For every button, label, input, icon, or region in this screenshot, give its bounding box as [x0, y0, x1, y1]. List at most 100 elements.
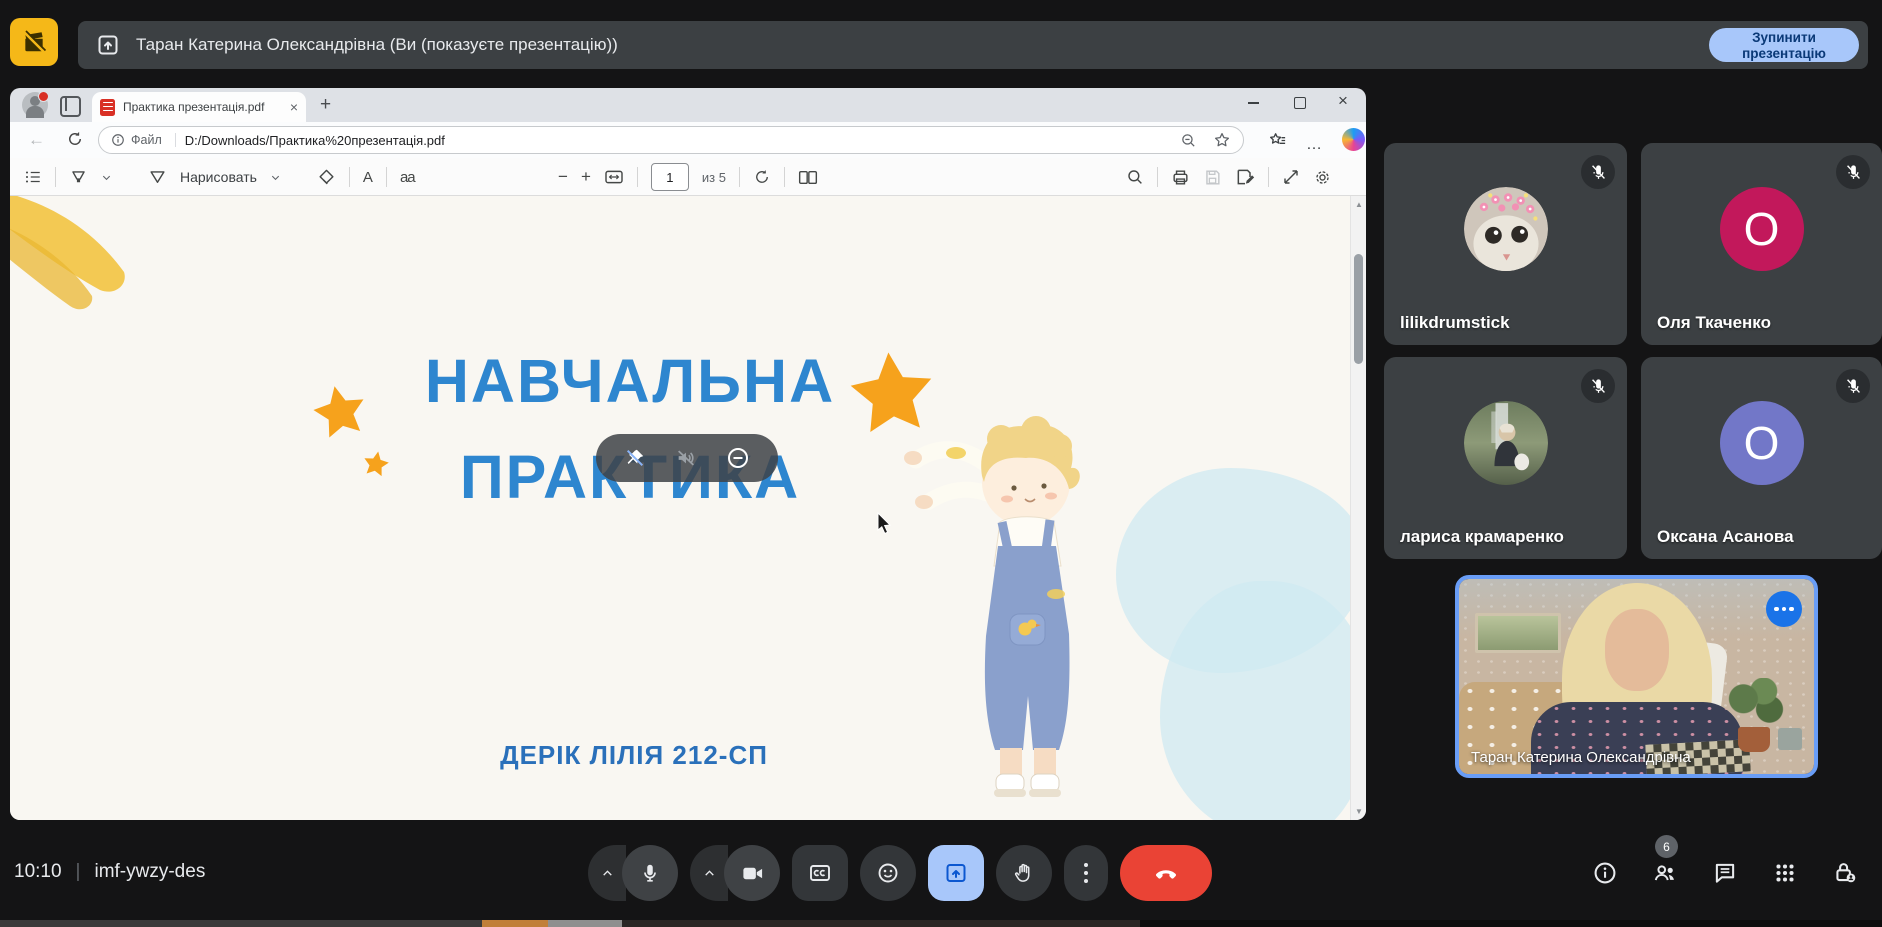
participant-tile-larysa-kramarenko[interactable]: лариса крамаренко — [1384, 357, 1627, 559]
reactions-button[interactable] — [860, 845, 916, 901]
end-call-button[interactable] — [1120, 845, 1212, 901]
participant-tile-olya-tkachenko[interactable]: O Оля Ткаченко — [1641, 143, 1882, 345]
participant-tile-oksana-asanova[interactable]: O Оксана Асанова — [1641, 357, 1882, 559]
meet-presentation-screen: Таран Катерина Олександрівна (Ви (показу… — [0, 0, 1882, 927]
page-info-icon[interactable] — [111, 133, 125, 147]
browser-tab-strip: Практика презентація.pdf × + × — [10, 88, 1366, 122]
address-divider — [175, 133, 176, 147]
scroll-up-icon[interactable]: ▲ — [1351, 200, 1366, 209]
address-bar[interactable]: Файл D:/Downloads/Практика%20презентація… — [98, 126, 1244, 154]
profile-head-icon — [30, 96, 40, 106]
favorites-list-icon[interactable] — [1268, 131, 1288, 150]
host-controls-lock-icon[interactable] — [1832, 860, 1858, 886]
gear-icon[interactable] — [1313, 168, 1332, 187]
participant-name: лариса крамаренко — [1400, 527, 1564, 547]
avatar-initial: O — [1720, 401, 1804, 485]
tab-close-icon[interactable]: × — [290, 99, 298, 115]
browser-address-row: ← Файл D:/Downloads/Практика%20презентац… — [10, 122, 1366, 158]
fit-to-width-icon[interactable] — [604, 169, 624, 185]
participant-tile-lilikdrumstick[interactable]: lilikdrumstick — [1384, 143, 1627, 345]
print-icon[interactable] — [1171, 168, 1190, 187]
wall-picture — [1475, 613, 1561, 653]
mic-muted-badge — [1581, 155, 1615, 189]
self-view-tile[interactable]: Таран Катерина Олександрівна — [1455, 575, 1818, 778]
url-scheme-label: Файл — [131, 133, 162, 147]
yellow-brush-stroke — [10, 196, 226, 340]
page-number-input[interactable] — [651, 163, 689, 191]
mic-muted-badge — [1836, 155, 1870, 189]
mic-button[interactable] — [622, 845, 678, 901]
zoom-in-icon[interactable]: + — [581, 167, 591, 187]
person-face — [1605, 609, 1669, 691]
camera-control-group — [690, 845, 780, 901]
eraser-icon[interactable] — [317, 168, 336, 187]
zoom-out-page-icon[interactable] — [1180, 132, 1197, 149]
table-of-contents-icon[interactable] — [24, 168, 42, 186]
pdf-slide-content: НАВЧАЛЬНА ПРАКТИКА — [10, 196, 1350, 820]
draw-pen-icon[interactable] — [148, 168, 167, 187]
highlighter-icon[interactable] — [69, 168, 88, 187]
search-icon[interactable] — [1126, 168, 1144, 186]
new-tab-button[interactable]: + — [320, 96, 331, 114]
mic-options-chevron[interactable] — [588, 845, 626, 901]
rotate-icon[interactable] — [753, 168, 771, 186]
draw-label[interactable]: Нарисовать — [180, 169, 257, 185]
tab-pdf[interactable]: Практика презентація.pdf × — [92, 92, 306, 122]
people-icon[interactable] — [1652, 860, 1678, 886]
back-button[interactable]: ← — [28, 130, 48, 150]
recording-off-button[interactable] — [10, 18, 58, 66]
scroll-down-icon[interactable]: ▼ — [1351, 807, 1366, 816]
read-aloud-icon[interactable]: A — [363, 169, 373, 186]
workspaces-icon[interactable] — [60, 96, 81, 117]
camera-button[interactable] — [724, 845, 780, 901]
translate-icon[interactable]: аа — [400, 169, 415, 186]
plant-leaves — [1726, 678, 1784, 730]
unpin-icon[interactable] — [624, 447, 646, 469]
slide-subtitle: ДЕРІК ЛІЛІЯ 212-СП — [434, 740, 834, 771]
fullscreen-icon[interactable] — [1282, 168, 1300, 186]
taskbar-segment — [0, 920, 482, 927]
zoom-out-icon[interactable]: − — [558, 167, 568, 187]
refresh-button[interactable] — [66, 130, 86, 150]
meeting-code: imf-ywzy-des — [94, 861, 205, 883]
camera-options-chevron[interactable] — [690, 845, 728, 901]
audio-off-icon[interactable] — [675, 447, 697, 469]
window-close-button[interactable]: × — [1338, 91, 1348, 111]
apps-grid-icon[interactable] — [1772, 860, 1798, 886]
presenter-label: Таран Катерина Олександрівна (Ви (показу… — [136, 35, 618, 55]
divider: | — [76, 861, 81, 883]
taskbar-active-app — [482, 920, 548, 927]
browser-profile-avatar[interactable] — [22, 92, 48, 118]
presenting-status-pill: Таран Катерина Олександрівна (Ви (показу… — [78, 21, 1868, 69]
self-name-label: Таран Катерина Олександрівна — [1471, 749, 1691, 766]
meeting-info: 10:10 | imf-ywzy-des — [14, 861, 205, 883]
chat-icon[interactable] — [1712, 860, 1738, 886]
pdf-scrollbar[interactable]: ▲ ▼ — [1350, 196, 1366, 820]
minimize-overlay-icon[interactable] — [726, 446, 750, 470]
page-view-icon[interactable] — [798, 169, 818, 186]
meeting-panel-icons — [1592, 860, 1858, 886]
slide-title-line1: НАВЧАЛЬНА — [300, 346, 960, 416]
taskbar-sliver — [0, 920, 1882, 927]
window-maximize-button[interactable] — [1294, 97, 1306, 109]
mic-control-group — [588, 845, 678, 901]
window-minimize-button[interactable] — [1248, 102, 1259, 104]
profile-body-icon — [26, 106, 44, 118]
info-icon[interactable] — [1592, 860, 1618, 886]
chevron-down-icon[interactable] — [270, 172, 281, 183]
stop-presentation-button[interactable]: Зупинити презентацію — [1709, 28, 1859, 62]
chevron-down-icon[interactable] — [101, 172, 112, 183]
save-as-icon[interactable] — [1235, 167, 1255, 187]
browser-menu-icon[interactable]: … — [1306, 136, 1323, 154]
scrollbar-thumb[interactable] — [1354, 254, 1363, 364]
raise-hand-button[interactable] — [996, 845, 1052, 901]
captions-button[interactable] — [792, 845, 848, 901]
taskbar-segment — [622, 920, 1140, 927]
present-button-active[interactable] — [928, 845, 984, 901]
self-view-options-button[interactable] — [1766, 591, 1802, 627]
more-options-button[interactable] — [1064, 845, 1108, 901]
copilot-icon[interactable] — [1342, 128, 1365, 151]
save-icon-disabled[interactable] — [1203, 168, 1222, 187]
favorite-star-icon[interactable] — [1213, 131, 1231, 149]
participant-name: Оля Ткаченко — [1657, 313, 1771, 333]
